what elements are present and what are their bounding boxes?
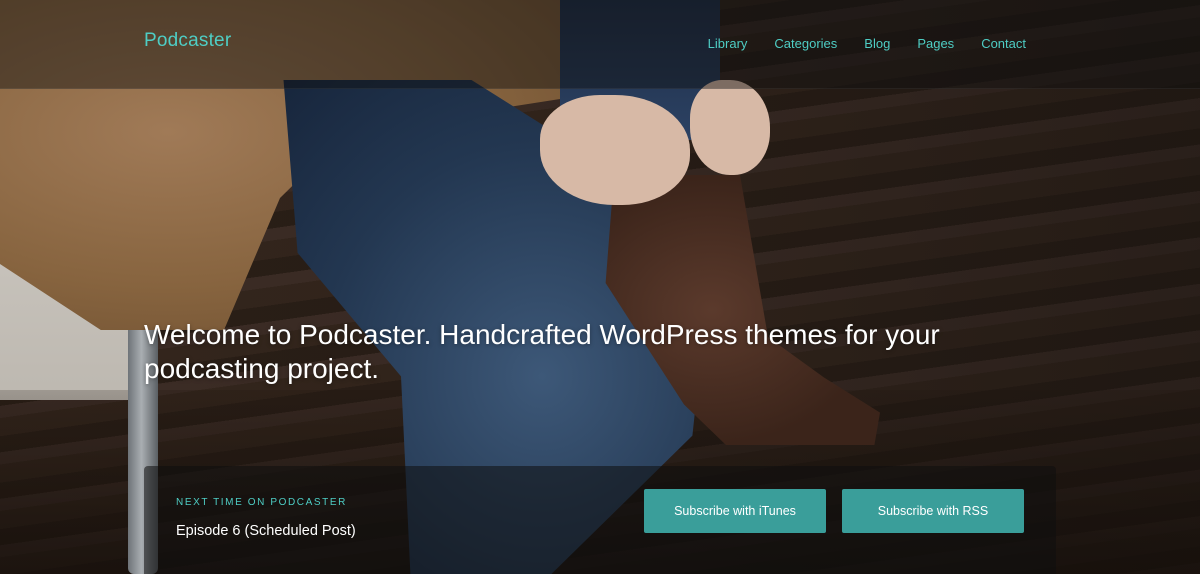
nav-item-contact[interactable]: Contact bbox=[981, 36, 1026, 51]
nav-item-library[interactable]: Library bbox=[708, 36, 748, 51]
subscribe-rss-button[interactable]: Subscribe with RSS bbox=[842, 489, 1024, 533]
next-episode-kicker: NEXT TIME ON PODCASTER bbox=[176, 497, 347, 508]
top-navigation-bar: Podcaster Library Categories Blog Pages … bbox=[0, 0, 1200, 89]
nav-item-pages[interactable]: Pages bbox=[917, 36, 954, 51]
nav-item-blog[interactable]: Blog bbox=[864, 36, 890, 51]
background-hand bbox=[690, 80, 770, 175]
main-navigation: Library Categories Blog Pages Contact bbox=[681, 36, 1026, 51]
next-episode-panel: NEXT TIME ON PODCASTER Episode 6 (Schedu… bbox=[144, 466, 1056, 574]
next-episode-title[interactable]: Episode 6 (Scheduled Post) bbox=[176, 523, 356, 539]
background-hand bbox=[540, 95, 690, 205]
hero-section: Podcaster Library Categories Blog Pages … bbox=[0, 0, 1200, 574]
nav-item-categories[interactable]: Categories bbox=[774, 36, 837, 51]
subscribe-itunes-button[interactable]: Subscribe with iTunes bbox=[644, 489, 826, 533]
site-logo[interactable]: Podcaster bbox=[144, 30, 231, 52]
hero-headline: Welcome to Podcaster. Handcrafted WordPr… bbox=[144, 319, 940, 384]
